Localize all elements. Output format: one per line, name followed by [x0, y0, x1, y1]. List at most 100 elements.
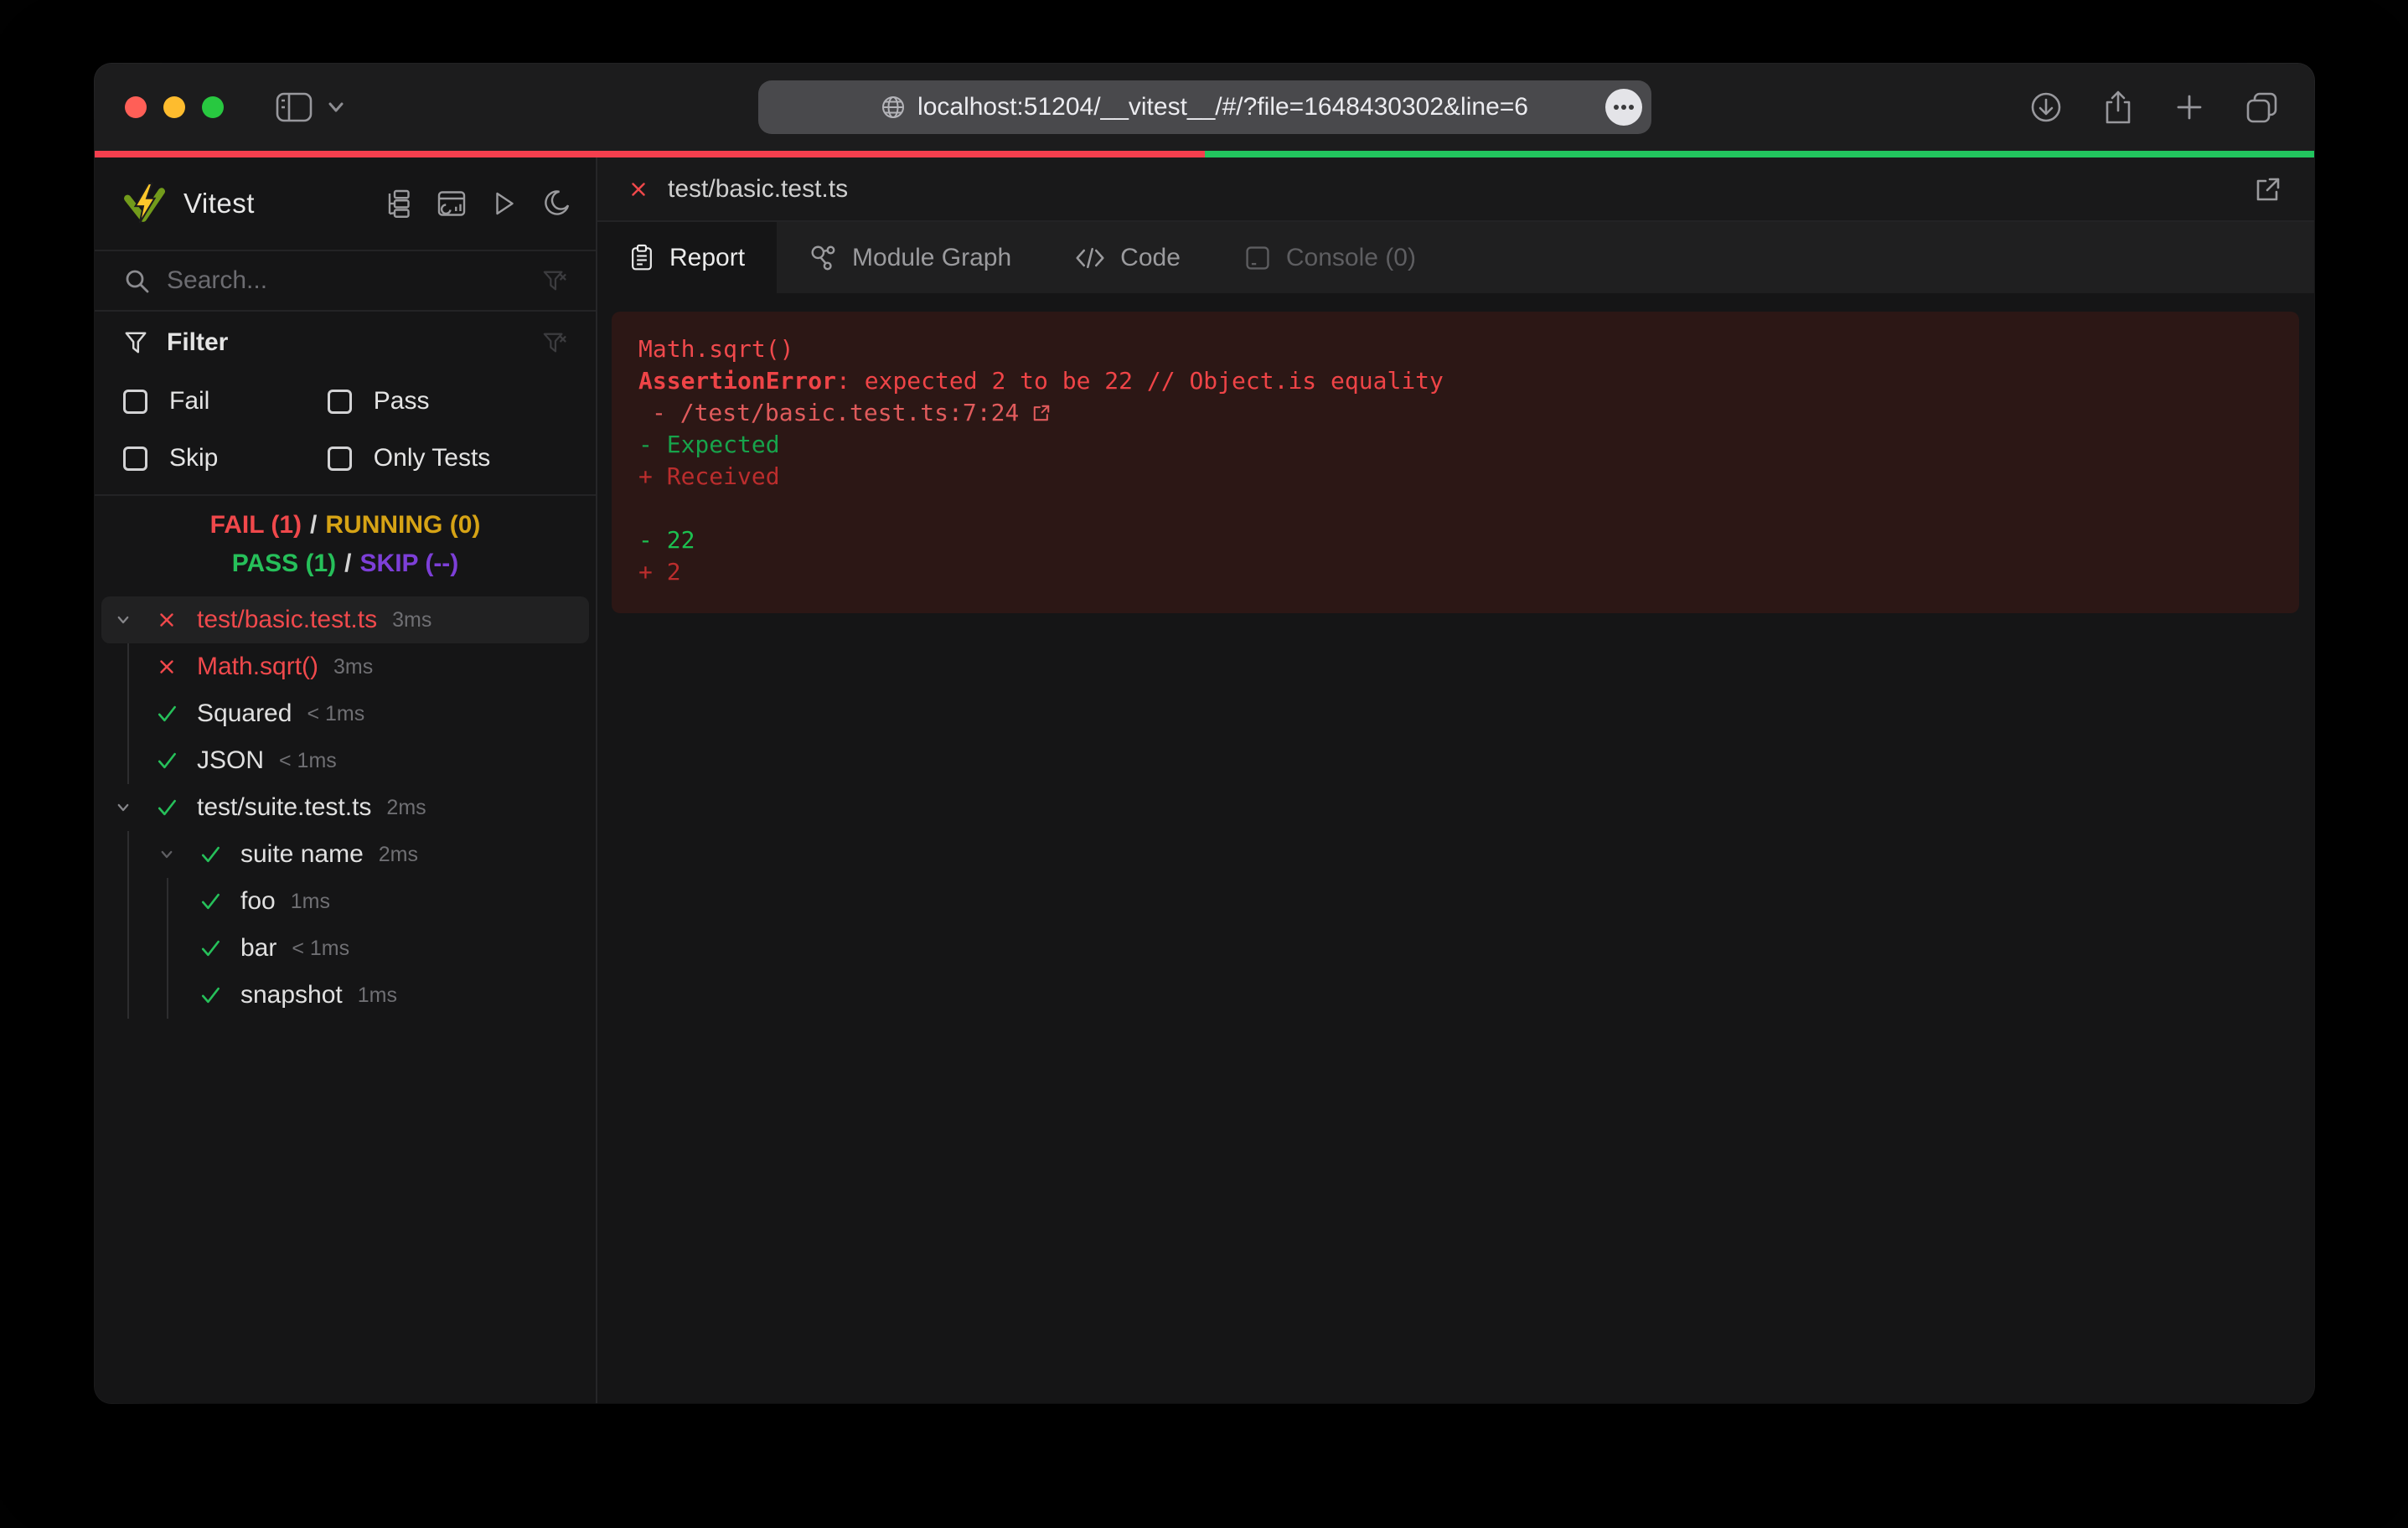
- tree-guide-line: [127, 972, 129, 1019]
- test-duration: 1ms: [291, 890, 330, 914]
- checkbox-icon[interactable]: [123, 447, 147, 471]
- tab-report[interactable]: Report: [597, 222, 777, 293]
- tree-guide-line: [127, 737, 129, 784]
- chevron-down-icon[interactable]: [101, 596, 145, 643]
- tree-guide-line: [127, 878, 129, 925]
- search-icon: [123, 267, 150, 294]
- filter-section: Filter Fail Pass Skip Only Tests: [95, 312, 596, 494]
- tree-guide-line: [167, 972, 168, 1019]
- fail-x-icon: [628, 178, 649, 200]
- status-line-pass-skip: PASS (1)/SKIP (--): [95, 545, 596, 583]
- expand-tree-icon[interactable]: [385, 188, 415, 219]
- pass-check-icon: [189, 972, 232, 1019]
- test-duration: 2ms: [386, 796, 426, 820]
- minimize-window-button[interactable]: [163, 96, 185, 118]
- diff-expected-label: - Expected: [638, 429, 2272, 461]
- browser-toolbar: localhost:51204/__vitest__/#/?file=16484…: [95, 64, 2314, 151]
- globe-icon: [881, 95, 906, 120]
- test-duration: 3ms: [333, 655, 373, 679]
- url-text: localhost:51204/__vitest__/#/?file=16484…: [917, 93, 1528, 121]
- downloads-icon[interactable]: [2029, 90, 2063, 124]
- test-progress-bar: [95, 151, 2314, 157]
- test-duration: < 1ms: [279, 749, 337, 773]
- zoom-window-button[interactable]: [202, 96, 224, 118]
- filter-checkbox-fail[interactable]: Fail: [123, 387, 328, 416]
- tree-row-file-suite[interactable]: test/suite.test.ts 2ms: [101, 784, 589, 831]
- dashboard-icon[interactable]: [437, 188, 467, 219]
- main-tabs: Report Module Graph: [597, 222, 2314, 293]
- sidebar-actions: [385, 188, 571, 219]
- test-duration: 2ms: [379, 843, 418, 867]
- diff-blank-line: [638, 493, 2272, 524]
- new-tab-icon[interactable]: [2173, 91, 2205, 123]
- tree-row-file-basic[interactable]: test/basic.test.ts 3ms: [101, 596, 589, 643]
- chevron-down-icon[interactable]: [145, 831, 189, 878]
- open-file-name: test/basic.test.ts: [668, 175, 848, 204]
- tab-console[interactable]: Console (0): [1212, 222, 1448, 293]
- filter-title: Filter: [167, 328, 228, 357]
- tab-overview-icon[interactable]: [2244, 90, 2279, 125]
- tree-row-test-squared[interactable]: Squared < 1ms: [101, 690, 589, 737]
- test-duration: < 1ms: [292, 937, 349, 961]
- close-window-button[interactable]: [125, 96, 147, 118]
- chevron-down-icon[interactable]: [101, 784, 145, 831]
- test-tree: test/basic.test.ts 3ms Math.sqrt() 3ms: [95, 591, 596, 1403]
- checkbox-icon[interactable]: [123, 390, 147, 414]
- checkbox-icon[interactable]: [328, 390, 352, 414]
- clear-filters-icon[interactable]: [542, 330, 567, 355]
- address-bar[interactable]: localhost:51204/__vitest__/#/?file=16484…: [758, 80, 1651, 134]
- open-external-icon[interactable]: [2252, 173, 2284, 205]
- test-duration: 1ms: [358, 983, 397, 1008]
- skip-count: SKIP (--): [360, 550, 459, 577]
- filter-checkbox-only-tests[interactable]: Only Tests: [328, 444, 567, 472]
- failed-test-name: Math.sqrt(): [638, 333, 2272, 365]
- test-duration: < 1ms: [307, 702, 364, 726]
- assertion-error-line: AssertionError: expected 2 to be 22 // O…: [638, 365, 2272, 397]
- tab-code[interactable]: Code: [1043, 222, 1212, 293]
- dark-mode-toggle-icon[interactable]: [540, 188, 571, 219]
- filter-checkbox-skip[interactable]: Skip: [123, 444, 328, 472]
- pass-check-icon: [189, 925, 232, 972]
- test-duration: 3ms: [392, 608, 431, 632]
- tree-guide-line: [167, 878, 168, 925]
- tab-module-graph[interactable]: Module Graph: [777, 222, 1043, 293]
- diff-expected-value: - 22: [638, 524, 2272, 556]
- tree-row-suite-name[interactable]: suite name 2ms: [101, 831, 589, 878]
- vitest-logo-icon: [123, 183, 165, 225]
- tree-row-test-foo[interactable]: foo 1ms: [101, 878, 589, 925]
- status-line-fail-running: FAIL (1)/RUNNING (0): [95, 506, 596, 545]
- filter-checkbox-pass[interactable]: Pass: [328, 387, 567, 416]
- tree-guide-line: [127, 925, 129, 972]
- filter-options: Fail Pass Skip Only Tests: [123, 387, 567, 472]
- search-input[interactable]: [167, 266, 525, 295]
- checkbox-icon[interactable]: [328, 447, 352, 471]
- stack-trace-link[interactable]: - /test/basic.test.ts:7:24: [638, 397, 2272, 429]
- fail-x-icon: [145, 643, 189, 690]
- tree-row-test-snapshot[interactable]: snapshot 1ms: [101, 972, 589, 1019]
- error-report-card: Math.sqrt() AssertionError: expected 2 t…: [612, 312, 2299, 613]
- diff-received-value: + 2: [638, 556, 2272, 588]
- fail-count: FAIL (1): [210, 511, 302, 539]
- running-count: RUNNING (0): [325, 511, 480, 539]
- sidebar-toggle-icon[interactable]: [276, 91, 313, 123]
- page-settings-button[interactable]: [1605, 89, 1642, 126]
- pass-check-icon: [189, 878, 232, 925]
- open-in-editor-icon[interactable]: [1031, 402, 1052, 424]
- pass-check-icon: [145, 737, 189, 784]
- share-icon[interactable]: [2101, 89, 2135, 126]
- test-status-summary: FAIL (1)/RUNNING (0) PASS (1)/SKIP (--): [95, 494, 596, 591]
- traffic-lights: [125, 96, 224, 118]
- clear-search-filter-icon[interactable]: [542, 268, 567, 293]
- tree-row-test-json[interactable]: JSON < 1ms: [101, 737, 589, 784]
- tree-row-test-bar[interactable]: bar < 1ms: [101, 925, 589, 972]
- tree-row-test-mathsqrt[interactable]: Math.sqrt() 3ms: [101, 643, 589, 690]
- console-icon: [1244, 245, 1271, 271]
- tree-guide-line: [127, 831, 129, 878]
- code-icon: [1075, 245, 1105, 271]
- run-all-icon[interactable]: [488, 188, 519, 219]
- filter-icon: [123, 330, 148, 355]
- diff-received-label: + Received: [638, 461, 2272, 493]
- toolbar-actions: [2029, 89, 2279, 126]
- chevron-down-icon[interactable]: [326, 101, 346, 114]
- sidebar: Vitest: [95, 157, 597, 1403]
